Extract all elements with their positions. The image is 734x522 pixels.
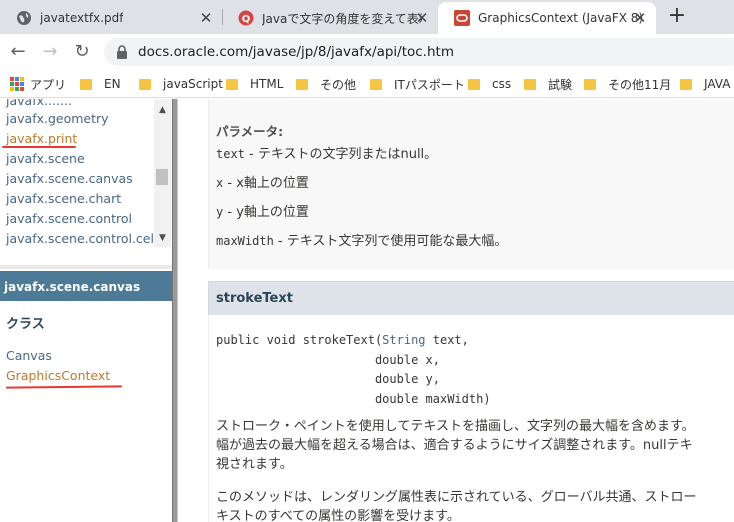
bookmark-other[interactable]: その他	[296, 76, 356, 92]
method-detail-block: パラメータ: text - テキストの文字列またはnull。 x - x軸上の位…	[208, 99, 734, 269]
package-link-geometry[interactable]: javafx.geometry	[6, 111, 109, 126]
bookmark-css[interactable]: css	[468, 76, 511, 92]
method-signature: public void strokeText(String text, doub…	[216, 333, 491, 406]
folder-icon	[296, 78, 308, 90]
folder-icon	[468, 78, 480, 90]
bookmark-label: javaScript	[163, 77, 223, 91]
bookmark-label: 試験	[548, 77, 573, 92]
package-title: javafx.scene.canvas	[0, 271, 172, 301]
bookmark-label: その他11月	[608, 77, 672, 92]
url-text: docs.oracle.com/javase/jp/8/javafx/api/t…	[138, 44, 454, 60]
tab-strip: javatextfx.pdf ✕ Q Javaで文字の角度を変えて表示 ✕ Gr…	[0, 0, 734, 34]
param-text: text - テキストの文字列またはnull。	[216, 147, 438, 162]
method-heading-bar: strokeText	[208, 281, 734, 315]
tab-title: GraphicsContext (JavaFX 8)	[478, 11, 644, 25]
package-list-frame[interactable]: javafx....... javafx.geometry javafx.pri…	[0, 99, 172, 265]
folder-icon	[139, 78, 151, 90]
class-list-frame: javafx.scene.canvas クラス Canvas GraphicsC…	[0, 269, 172, 522]
browser-toolbar: ← → ↻ docs.oracle.com/javase/jp/8/javafx…	[0, 34, 734, 70]
bookmark-label: アプリ	[30, 77, 67, 92]
bookmarks-bar: アプリ EN javaScript HTML その他 ITパスポート css 試…	[0, 70, 734, 98]
tab-title: javatextfx.pdf	[40, 11, 124, 25]
type-link-string[interactable]: String	[382, 333, 425, 347]
package-link-scene-control[interactable]: javafx.scene.control	[6, 211, 132, 226]
parameters-heading: パラメータ:	[216, 124, 284, 139]
bookmark-label: EN	[104, 77, 121, 91]
description-line: このメソッドは、レンダリング属性表に示されている、グローバル共通、ストロー	[216, 490, 697, 505]
scrollbar-thumb[interactable]	[156, 169, 168, 185]
classes-heading: クラス	[6, 317, 45, 332]
scroll-down-arrow-icon[interactable]: ▼	[159, 233, 166, 243]
globe-icon	[17, 11, 31, 25]
main-content[interactable]: パラメータ: text - テキストの文字列またはnull。 x - x軸上の位…	[178, 99, 734, 522]
scroll-up-arrow-icon[interactable]: ▲	[159, 105, 166, 115]
bookmark-html[interactable]: HTML	[226, 76, 283, 92]
class-link-canvas[interactable]: Canvas	[6, 348, 52, 363]
description-line: ストローク・ペイントを使用してテキストを描画し、文字列の最大幅を含めます。	[216, 419, 695, 434]
package-link-scene-canvas[interactable]: javafx.scene.canvas	[6, 171, 133, 186]
package-link-print[interactable]: javafx.print	[6, 131, 77, 146]
svg-text:Q: Q	[242, 14, 251, 25]
bookmark-label: HTML	[250, 77, 284, 91]
new-tab-button[interactable]: +	[665, 5, 689, 29]
reload-button[interactable]: ↻	[70, 40, 94, 64]
bookmark-exam[interactable]: 試験	[524, 76, 572, 92]
bookmark-other-november[interactable]: その他11月	[584, 76, 671, 92]
annotation-underline	[2, 146, 76, 148]
close-icon[interactable]: ✕	[632, 10, 648, 26]
oracle-icon	[454, 10, 470, 26]
folder-icon	[80, 78, 92, 90]
vertical-scrollbar[interactable]: ▲ ▼	[154, 99, 171, 247]
tab-graphicscontext[interactable]: GraphicsContext (JavaFX 8) ✕	[438, 2, 656, 34]
back-button[interactable]: ←	[6, 40, 30, 64]
bookmark-it-passport[interactable]: ITパスポート	[370, 76, 465, 92]
param-x: x - x軸上の位置	[216, 176, 309, 191]
package-link-scene-control-cell[interactable]: javafx.scene.control.cell	[6, 231, 157, 246]
bookmark-en[interactable]: EN	[80, 76, 121, 92]
param-maxwidth: maxWidth - テキスト文字列で使用可能な最大幅。	[216, 234, 508, 249]
tab-java-article[interactable]: Q Javaで文字の角度を変えて表示 ✕	[222, 2, 438, 34]
apps-grid-icon	[10, 77, 24, 91]
bookmark-label: css	[492, 77, 512, 91]
class-link-graphicscontext[interactable]: GraphicsContext	[6, 368, 110, 383]
bookmark-label: その他	[320, 77, 357, 92]
param-y: y - y軸上の位置	[216, 205, 309, 220]
forward-button[interactable]: →	[38, 40, 62, 64]
folder-icon	[370, 78, 382, 90]
folder-icon	[680, 78, 692, 90]
description-line: キストのすべての属性の影響を受けます。	[216, 509, 460, 522]
lock-icon	[117, 45, 127, 59]
folder-icon	[226, 78, 238, 90]
package-link-partial[interactable]: javafx.......	[6, 99, 72, 108]
package-link-scene[interactable]: javafx.scene	[6, 151, 85, 166]
bookmark-java[interactable]: JAVA	[680, 76, 730, 92]
description-line: 視されます。	[216, 457, 293, 472]
bookmark-label: ITパスポート	[394, 77, 465, 92]
bookmark-javascript[interactable]: javaScript	[139, 76, 223, 92]
method-heading: strokeText	[216, 291, 293, 306]
site-logo-icon: Q	[238, 10, 254, 26]
bookmark-label: JAVA	[704, 77, 731, 91]
tab-title: Javaで文字の角度を変えて表示	[262, 11, 422, 26]
tab-pdf[interactable]: javatextfx.pdf ✕	[0, 2, 222, 34]
description-line: 幅が過去の最大幅を超える場合は、適合するようにサイズ調整されます。nullテキ	[216, 438, 693, 453]
folder-icon	[524, 78, 536, 90]
close-icon[interactable]: ✕	[414, 10, 430, 26]
close-icon[interactable]: ✕	[198, 10, 214, 26]
package-link-scene-chart[interactable]: javafx.scene.chart	[6, 191, 121, 206]
folder-icon	[584, 78, 596, 90]
content-gutter	[178, 99, 208, 522]
address-bar[interactable]: docs.oracle.com/javase/jp/8/javafx/api/t…	[104, 38, 734, 66]
bookmark-apps[interactable]: アプリ	[10, 76, 66, 92]
method-body-block: public void strokeText(String text, doub…	[208, 315, 734, 522]
